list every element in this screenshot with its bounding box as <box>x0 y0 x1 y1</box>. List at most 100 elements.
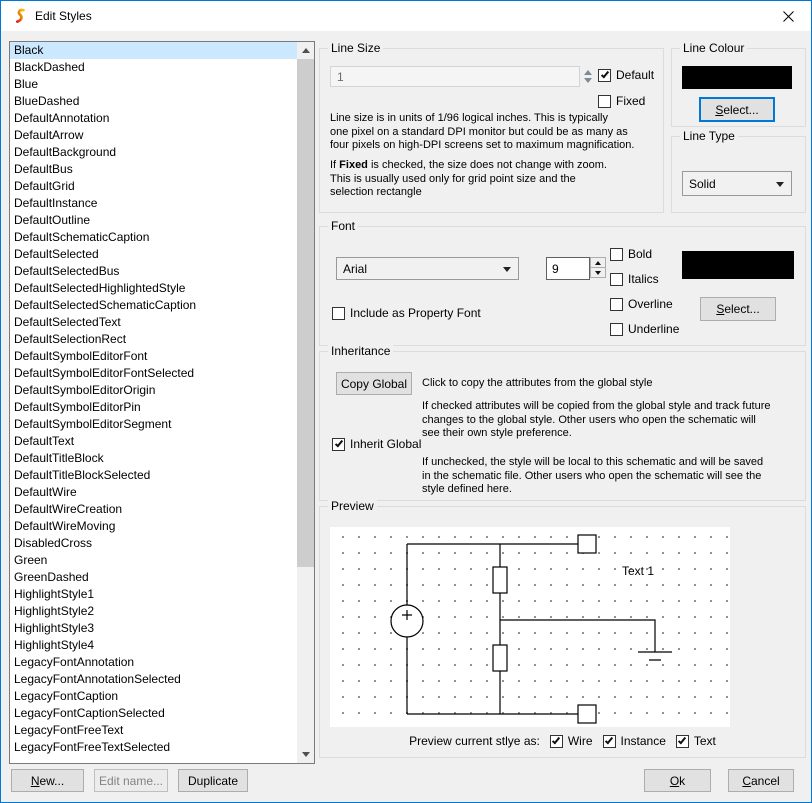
checkbox-box <box>603 735 616 748</box>
overline-checkbox[interactable]: Overline <box>610 297 673 311</box>
text-line: If unchecked, the style will be local to… <box>422 456 763 470</box>
inheritance-group: Inheritance Copy Global Click to copy th… <box>319 351 806 501</box>
font-select-button[interactable]: Select... <box>700 297 776 321</box>
list-item[interactable]: DefaultTitleBlockSelected <box>10 467 297 484</box>
style-list-scrollbar[interactable] <box>297 42 314 763</box>
font-size-input[interactable]: 9 <box>546 257 590 280</box>
list-item[interactable]: DefaultWire <box>10 484 297 501</box>
line-type-combobox[interactable]: Solid <box>682 171 792 196</box>
italics-checkbox[interactable]: Italics <box>610 272 659 286</box>
preview-options-row: Preview current stlye as: Wire Instance … <box>320 734 805 748</box>
list-item[interactable]: DefaultTitleBlock <box>10 450 297 467</box>
list-item[interactable]: DefaultText <box>10 433 297 450</box>
check-icon <box>334 439 342 448</box>
font-family-combobox[interactable]: Arial <box>336 257 519 280</box>
ground-symbol <box>638 652 672 660</box>
list-item[interactable]: DefaultGrid <box>10 178 297 195</box>
list-item[interactable]: DefaultInstance <box>10 195 297 212</box>
underline-checkbox[interactable]: Underline <box>610 322 679 336</box>
fixed-checkbox[interactable]: Fixed <box>598 94 645 108</box>
list-item[interactable]: DisabledCross <box>10 535 297 552</box>
font-group: Font Arial 9 Bold Italics Overline Under… <box>319 226 806 346</box>
list-item[interactable]: LegacyFontCaption <box>10 688 297 705</box>
list-item[interactable]: DefaultSchematicCaption <box>10 229 297 246</box>
list-item[interactable]: HighlightStyle2 <box>10 603 297 620</box>
titlebar: Edit Styles <box>1 1 811 31</box>
preview-text-checkbox[interactable]: Text <box>676 734 716 748</box>
preview-instance-checkbox[interactable]: Instance <box>603 734 666 748</box>
ok-button[interactable]: Ok <box>644 769 711 792</box>
inherit-checked-description: If checked attributes will be copied fro… <box>422 400 771 441</box>
checkbox-label: Wire <box>568 734 593 748</box>
list-item[interactable]: LegacyFontAnnotationSelected <box>10 671 297 688</box>
copy-global-hint: Click to copy the attributes from the gl… <box>422 377 653 391</box>
list-item[interactable]: DefaultWireMoving <box>10 518 297 535</box>
close-button[interactable] <box>766 1 811 31</box>
list-item[interactable]: DefaultBus <box>10 161 297 178</box>
line-type-value: Solid <box>689 177 716 191</box>
cancel-button[interactable]: Cancel <box>728 769 794 792</box>
list-item[interactable]: DefaultSymbolEditorOrigin <box>10 382 297 399</box>
list-item[interactable]: DefaultSymbolEditorPin <box>10 399 297 416</box>
text-line: selection rectangle <box>330 186 607 200</box>
list-item[interactable]: DefaultSymbolEditorSegment <box>10 416 297 433</box>
list-item[interactable]: Blue <box>10 76 297 93</box>
line-size-spinner[interactable] <box>582 66 594 87</box>
list-item[interactable]: DefaultBackground <box>10 144 297 161</box>
list-item[interactable]: DefaultSelectedHighlightedStyle <box>10 280 297 297</box>
list-item[interactable]: GreenDashed <box>10 569 297 586</box>
list-item[interactable]: HighlightStyle1 <box>10 586 297 603</box>
list-item[interactable]: DefaultSelectedText <box>10 314 297 331</box>
new-button[interactable]: New... <box>11 769 84 792</box>
text-line: see their own style preference. <box>422 427 771 441</box>
scroll-up-button[interactable] <box>297 42 314 59</box>
list-item[interactable]: HighlightStyle3 <box>10 620 297 637</box>
style-list-items: BlackBlackDashedBlueBlueDashedDefaultAnn… <box>10 42 297 763</box>
spin-up-icon <box>595 261 601 265</box>
list-item[interactable]: LegacyFontCaptionSelected <box>10 705 297 722</box>
list-item[interactable]: DefaultArrow <box>10 127 297 144</box>
list-item[interactable]: DefaultAnnotation <box>10 110 297 127</box>
line-colour-select-button[interactable]: Select... <box>699 97 775 122</box>
scrollbar-thumb[interactable] <box>297 59 314 567</box>
inherit-global-checkbox[interactable]: Inherit Global <box>332 437 421 451</box>
font-size-spinner[interactable] <box>590 257 606 278</box>
checkbox-box <box>610 248 623 261</box>
list-item[interactable]: Black <box>10 42 297 59</box>
list-item[interactable]: LegacyFontFreeText <box>10 722 297 739</box>
list-item[interactable]: DefaultSelectedBus <box>10 263 297 280</box>
text-line: in the schematic file. Other users who o… <box>422 470 763 484</box>
list-item[interactable]: LegacyFontFreeTextSelected <box>10 739 297 756</box>
inherit-unchecked-description: If unchecked, the style will be local to… <box>422 456 763 497</box>
list-item[interactable]: LegacyFontAnnotation <box>10 654 297 671</box>
scroll-down-button[interactable] <box>297 746 314 763</box>
list-item[interactable]: BlackDashed <box>10 59 297 76</box>
spin-down-button[interactable] <box>590 267 606 278</box>
list-item[interactable]: DefaultSymbolEditorFontSelected <box>10 365 297 382</box>
checkbox-box <box>610 298 623 311</box>
list-item[interactable]: Green <box>10 552 297 569</box>
preview-wire-checkbox[interactable]: Wire <box>550 734 593 748</box>
resistor-symbol <box>493 645 507 671</box>
checkbox-box <box>598 95 611 108</box>
chevron-down-icon <box>776 182 784 187</box>
bold-checkbox[interactable]: Bold <box>610 247 652 261</box>
duplicate-button[interactable]: Duplicate <box>178 769 248 792</box>
copy-global-button[interactable]: Copy Global <box>336 372 412 395</box>
list-item[interactable]: DefaultSelectionRect <box>10 331 297 348</box>
checkbox-label: Overline <box>628 297 673 311</box>
schematic-preview: Text 1 <box>330 527 730 727</box>
include-property-font-checkbox[interactable]: Include as Property Font <box>332 306 481 320</box>
list-item[interactable]: BlueDashed <box>10 93 297 110</box>
list-item[interactable]: DefaultWireCreation <box>10 501 297 518</box>
list-item[interactable]: DefaultOutline <box>10 212 297 229</box>
list-item[interactable]: DefaultSymbolEditorFont <box>10 348 297 365</box>
wire <box>500 620 655 652</box>
list-item[interactable]: DefaultSelectedSchematicCaption <box>10 297 297 314</box>
checkbox-label: Italics <box>628 272 659 286</box>
line-size-group: Line Size 1 Default Fixed Line size is i… <box>319 48 664 213</box>
list-item[interactable]: DefaultSelected <box>10 246 297 263</box>
default-checkbox[interactable]: Default <box>598 68 654 82</box>
list-item[interactable]: HighlightStyle4 <box>10 637 297 654</box>
text-line: one pixel on a standard DPI monitor but … <box>330 126 634 140</box>
